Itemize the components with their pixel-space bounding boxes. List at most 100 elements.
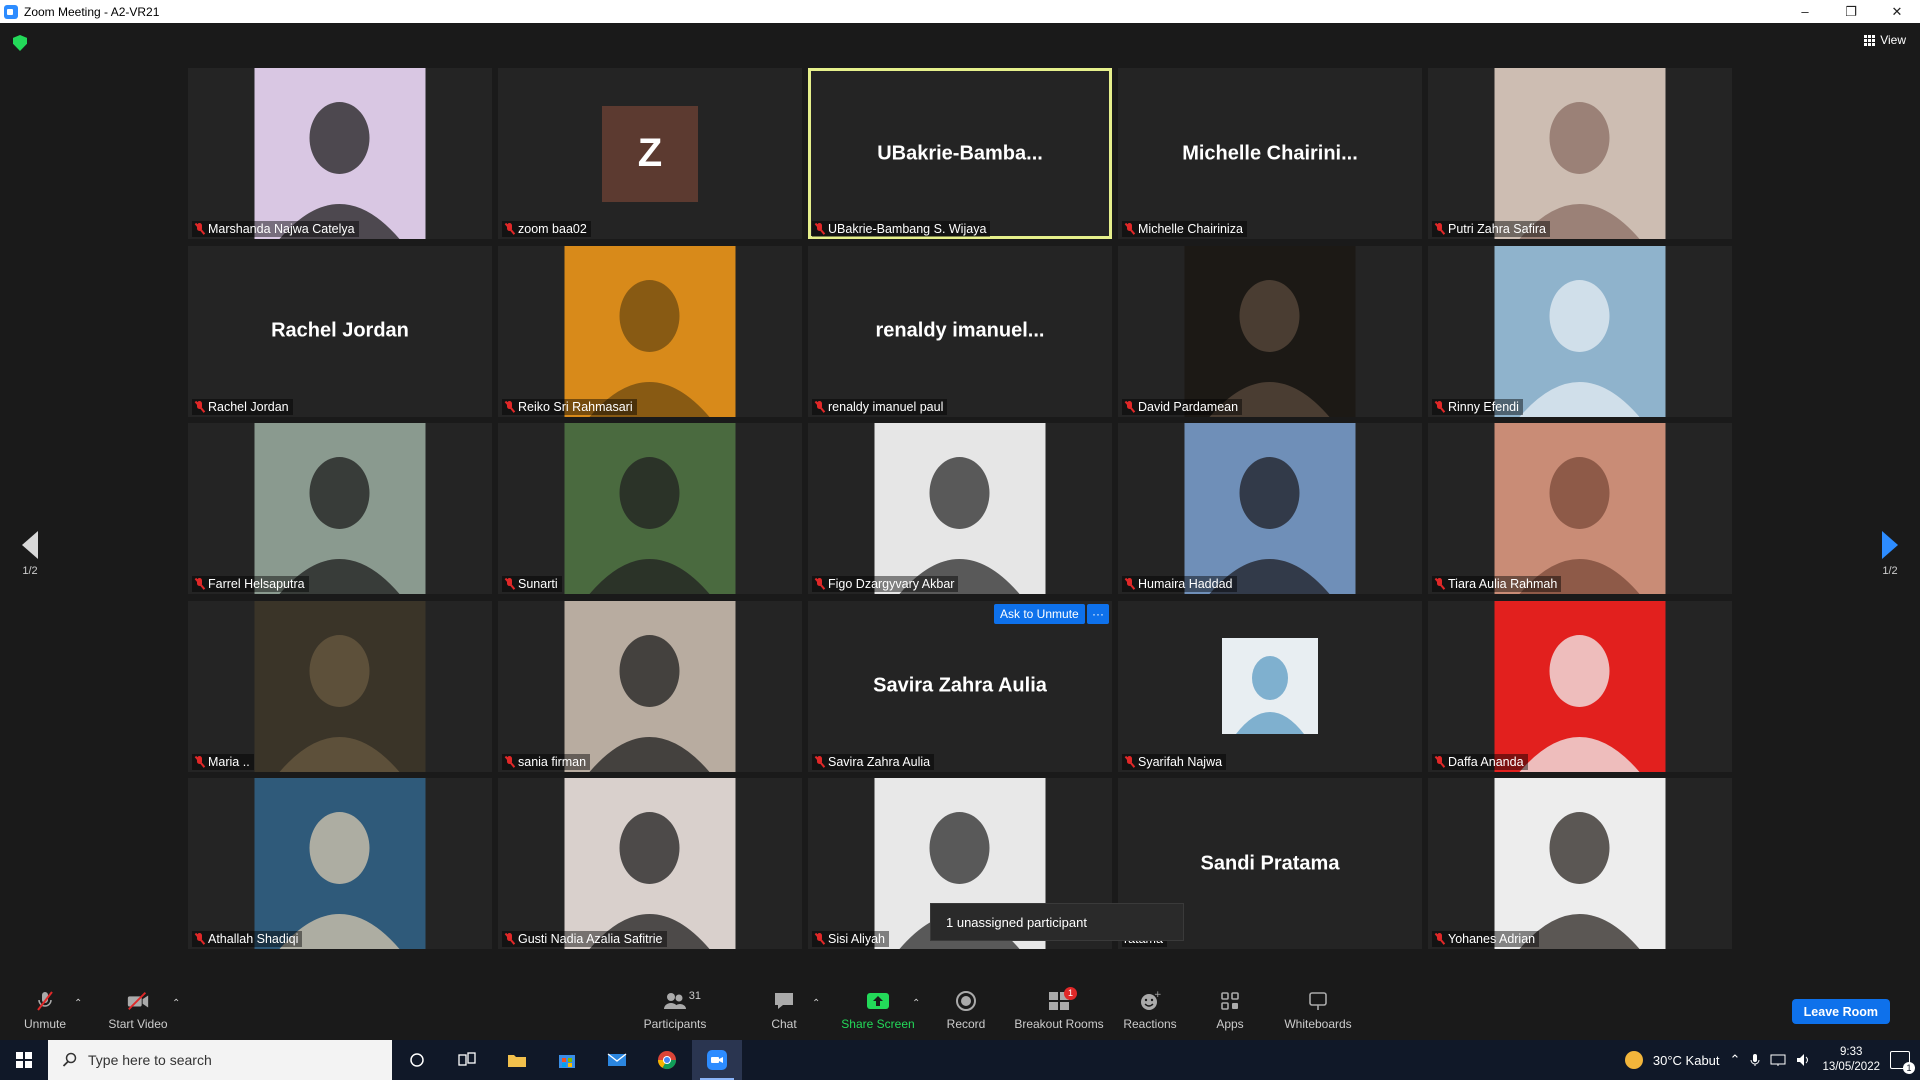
- chat-label: Chat: [771, 1016, 797, 1031]
- cortana-icon[interactable]: [392, 1040, 442, 1080]
- participant-nameplate: Syarifah Najwa: [1122, 753, 1227, 770]
- participant-tile[interactable]: Savira Zahra Aulia Savira Zahra Aulia: [808, 600, 1112, 772]
- participant-nameplate: Yohanes Adrian: [1432, 931, 1540, 947]
- participant-tile[interactable]: sania firman: [498, 600, 802, 772]
- participant-nameplate: Sunarti: [502, 576, 562, 592]
- participant-tile[interactable]: Gusti Nadia Azalia Safitrie: [498, 778, 802, 949]
- participant-tile[interactable]: Sunarti: [498, 423, 802, 594]
- system-tray: 30°C Kabut ⌃ 9:33 13/05/2022 1: [1624, 1040, 1920, 1080]
- participant-name: Sisi Aliyah: [828, 932, 885, 946]
- volume-icon[interactable]: [1796, 1053, 1812, 1067]
- microphone-muted-icon: [504, 223, 515, 235]
- microphone-icon[interactable]: [1750, 1053, 1760, 1067]
- participant-tile[interactable]: Figo Dzargyvary Akbar: [808, 423, 1112, 594]
- microphone-muted-icon: [194, 223, 205, 235]
- share-screen-button[interactable]: Share Screen: [838, 980, 918, 1040]
- start-button[interactable]: [0, 1040, 48, 1080]
- participant-name: Syarifah Najwa: [1138, 754, 1223, 769]
- participant-tile[interactable]: Reiko Sri Rahmasari: [498, 245, 802, 417]
- participant-nameplate: Rachel Jordan: [192, 398, 293, 415]
- gallery-grid-icon: [1864, 34, 1876, 46]
- whiteboards-button[interactable]: Whiteboards: [1282, 980, 1354, 1040]
- microphone-muted-icon: [814, 933, 825, 945]
- video-options-caret-icon[interactable]: ⌃: [172, 998, 180, 1009]
- participant-tile[interactable]: Marshanda Najwa Catelya: [188, 68, 492, 239]
- more-options-button[interactable]: ···: [1087, 604, 1109, 624]
- microphone-muted-icon: [814, 223, 825, 235]
- participant-tile[interactable]: Rachel Jordan Rachel Jordan: [188, 245, 492, 417]
- mail-icon[interactable]: [592, 1040, 642, 1080]
- file-explorer-icon[interactable]: [492, 1040, 542, 1080]
- restore-button[interactable]: ❐: [1828, 0, 1874, 23]
- weather-icon[interactable]: [1624, 1051, 1643, 1069]
- previous-page-button[interactable]: 1/2: [10, 531, 50, 577]
- participant-name: Farrel Helsaputra: [208, 577, 305, 591]
- start-video-button[interactable]: Start Video: [104, 980, 172, 1040]
- participant-tile[interactable]: David Pardamean: [1118, 245, 1422, 417]
- task-view-icon[interactable]: [442, 1040, 492, 1080]
- microsoft-store-icon[interactable]: [542, 1040, 592, 1080]
- participants-icon: 31: [663, 990, 701, 1012]
- reactions-button[interactable]: + Reactions: [1122, 980, 1178, 1040]
- chevron-up-icon[interactable]: ⌃: [1730, 1052, 1741, 1068]
- participant-name: Maria ..: [208, 754, 250, 769]
- participant-nameplate: Rinny Efendi: [1432, 398, 1523, 415]
- breakout-rooms-icon: 1: [1047, 986, 1077, 1012]
- participant-nameplate: Gusti Nadia Azalia Safitrie: [502, 931, 667, 947]
- participant-tile[interactable]: renaldy imanuel... renaldy imanuel paul: [808, 245, 1112, 417]
- unmute-button[interactable]: Unmute: [22, 980, 68, 1040]
- weather-text[interactable]: 30°C Kabut: [1653, 1053, 1720, 1068]
- participant-video: [254, 600, 426, 772]
- chat-options-caret-icon[interactable]: ⌃: [812, 998, 820, 1009]
- participant-display-name: Michelle Chairini...: [1182, 142, 1358, 164]
- participant-tile[interactable]: Putri Zahra Safira: [1428, 68, 1732, 239]
- zoom-taskbar-icon[interactable]: [692, 1040, 742, 1080]
- start-video-label: Start Video: [108, 1016, 168, 1031]
- participant-video: [1494, 68, 1666, 239]
- participant-tile[interactable]: Zzoom baa02: [498, 68, 802, 239]
- close-button[interactable]: ✕: [1874, 0, 1920, 23]
- apps-label: Apps: [1216, 1016, 1244, 1031]
- arrow-right-icon: [1882, 531, 1898, 559]
- audio-options-caret-icon[interactable]: ⌃: [74, 998, 82, 1009]
- chat-button[interactable]: Chat: [764, 980, 804, 1040]
- participant-tile[interactable]: Rinny Efendi: [1428, 245, 1732, 417]
- clock[interactable]: 9:33 13/05/2022: [1822, 1045, 1880, 1075]
- notification-center-icon[interactable]: 1: [1890, 1051, 1915, 1074]
- leave-room-button[interactable]: Leave Room: [1791, 999, 1890, 1024]
- participant-tile[interactable]: Michelle Chairini... Michelle Chairiniza: [1118, 68, 1422, 239]
- network-icon[interactable]: [1770, 1053, 1786, 1067]
- participant-nameplate: Daffa Ananda: [1432, 753, 1528, 770]
- participant-tile[interactable]: UBakrie-Bamba... UBakrie-Bambang S. Wijay…: [808, 68, 1112, 239]
- participant-tile[interactable]: Humaira Haddad: [1118, 423, 1422, 594]
- participant-video: [564, 600, 736, 772]
- participant-tile[interactable]: Farrel Helsaputra: [188, 423, 492, 594]
- taskbar-search-input[interactable]: Type here to search: [48, 1040, 392, 1080]
- clock-time: 9:33: [1840, 1046, 1863, 1058]
- participant-display-name: renaldy imanuel...: [875, 319, 1045, 342]
- participant-tile[interactable]: Daffa Ananda: [1428, 600, 1732, 772]
- participant-nameplate: Michelle Chairiniza: [1122, 221, 1247, 237]
- participant-nameplate: renaldy imanuel paul: [812, 398, 948, 415]
- chrome-icon[interactable]: [642, 1040, 692, 1080]
- arrow-left-icon: [22, 531, 38, 559]
- breakout-rooms-button[interactable]: 1 Breakout Rooms: [1014, 980, 1104, 1040]
- ask-to-unmute-button[interactable]: Ask to Unmute: [994, 604, 1085, 624]
- participant-name: renaldy imanuel paul: [828, 399, 944, 414]
- view-button[interactable]: View: [1864, 33, 1906, 47]
- encryption-shield-icon[interactable]: [13, 35, 27, 51]
- minimize-button[interactable]: –: [1782, 0, 1828, 23]
- record-button[interactable]: Record: [944, 980, 988, 1040]
- share-options-caret-icon[interactable]: ⌃: [912, 998, 920, 1009]
- apps-button[interactable]: Apps: [1210, 980, 1250, 1040]
- participants-button[interactable]: 31 Participants: [640, 980, 710, 1040]
- participant-tile[interactable]: Syarifah Najwa: [1118, 600, 1422, 772]
- participant-tile[interactable]: Tiara Aulia Rahmah: [1428, 423, 1732, 594]
- participant-tile[interactable]: Athallah Shadiqi: [188, 778, 492, 949]
- microphone-muted-icon: [504, 755, 515, 768]
- participant-profile-photo: [1222, 638, 1318, 734]
- participant-tile[interactable]: Maria ..: [188, 600, 492, 772]
- participant-tile[interactable]: Yohanes Adrian: [1428, 778, 1732, 949]
- microphone-muted-icon: [194, 578, 205, 590]
- next-page-button[interactable]: 1/2: [1870, 531, 1910, 577]
